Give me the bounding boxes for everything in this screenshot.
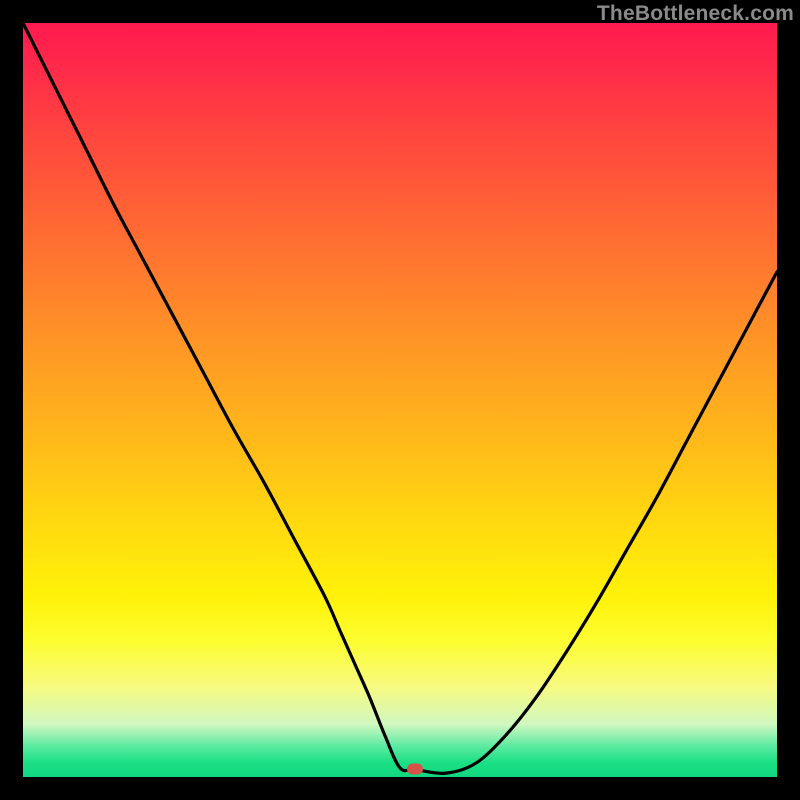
bottleneck-curve	[23, 23, 777, 777]
frame: TheBottleneck.com	[0, 0, 800, 800]
watermark-text: TheBottleneck.com	[597, 2, 794, 26]
minimum-marker	[407, 764, 423, 775]
